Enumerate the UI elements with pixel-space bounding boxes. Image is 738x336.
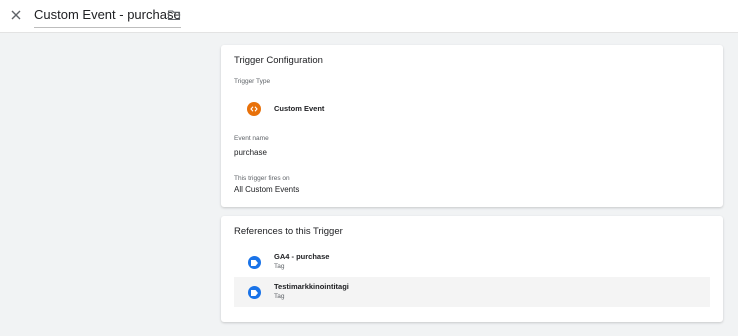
custom-event-icon: [247, 102, 261, 116]
reference-name: Testimarkkinointitagi: [274, 282, 349, 291]
event-name-label: Event name: [234, 135, 269, 142]
page-title[interactable]: Custom Event - purchase: [34, 7, 181, 22]
trigger-type-label: Trigger Type: [234, 78, 271, 85]
folder-icon[interactable]: [167, 8, 181, 22]
references-card: References to this Trigger GA4 - purchas…: [221, 216, 723, 322]
card-heading: References to this Trigger: [234, 226, 343, 237]
trigger-name-field[interactable]: Custom Event - purchase: [34, 5, 181, 28]
trigger-configuration-card[interactable]: Trigger Configuration Trigger Type Custo…: [221, 45, 723, 207]
reference-item[interactable]: GA4 - purchase Tag: [234, 247, 710, 277]
reference-name: GA4 - purchase: [274, 252, 330, 261]
fires-on-value: All Custom Events: [234, 185, 300, 194]
card-heading: Trigger Configuration: [234, 55, 323, 66]
reference-kind: Tag: [274, 293, 285, 300]
close-icon[interactable]: [8, 7, 24, 23]
reference-kind: Tag: [274, 263, 285, 270]
reference-item[interactable]: Testimarkkinointitagi Tag: [234, 277, 710, 307]
event-name-value: purchase: [234, 148, 267, 157]
header-bar: Custom Event - purchase: [0, 0, 738, 33]
tag-icon: [248, 256, 261, 269]
trigger-type-name: Custom Event: [274, 104, 325, 113]
fires-on-label: This trigger fires on: [234, 175, 290, 182]
tag-icon: [248, 286, 261, 299]
